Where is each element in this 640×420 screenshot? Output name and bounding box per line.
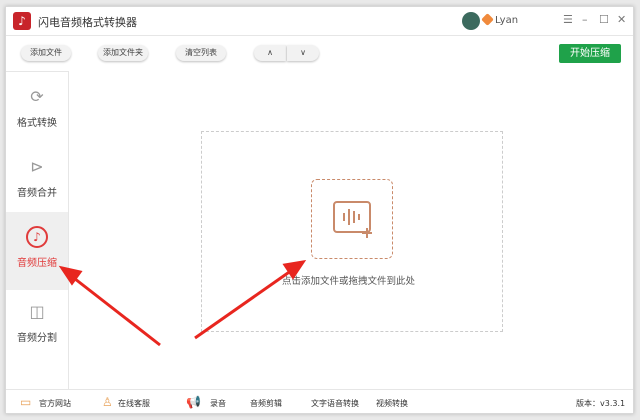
annotation-arrows <box>58 259 307 347</box>
arrow-to-sidebar <box>69 273 161 347</box>
arrow-to-add-box <box>194 266 296 340</box>
